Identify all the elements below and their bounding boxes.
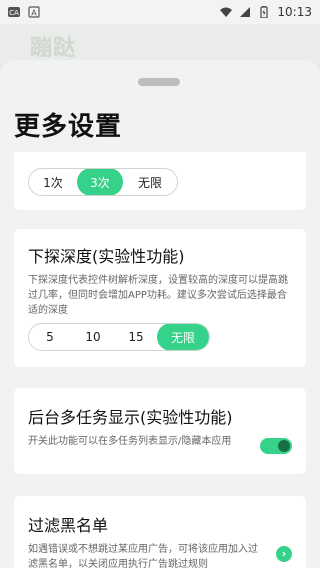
signal-icon [240, 7, 251, 17]
svg-text:A: A [31, 9, 37, 18]
click-times-card: 1次 3次 无限 [14, 152, 306, 210]
click-times-option[interactable]: 无限 [123, 169, 177, 195]
multitask-description: 开关此功能可以在多任务列表显示/隐藏本应用 [28, 436, 232, 447]
depth-option[interactable]: 15 [115, 324, 157, 350]
multitask-card[interactable]: 后台多任务显示(实验性功能) 开关此功能可以在多任务列表显示/隐藏本应用 [14, 388, 306, 474]
a-icon: A [28, 6, 40, 18]
blacklist-card[interactable]: 过滤黑名单 如遇错误或不想跳过某应用广告，可将该应用加入过滤黑名单，以关闭应用执… [14, 496, 306, 568]
chevron-right-icon[interactable]: › [276, 546, 292, 562]
status-time: 10:13 [277, 5, 312, 19]
multitask-title: 后台多任务显示(实验性功能) [28, 408, 233, 427]
multitask-toggle[interactable] [260, 438, 292, 454]
app-badge-icon: CA [8, 7, 20, 17]
depth-selector: 5 10 15 无限 [28, 323, 210, 351]
blacklist-title: 过滤黑名单 [28, 516, 109, 535]
blacklist-description: 如遇错误或不想跳过某应用广告，可将该应用加入过滤黑名单，以关闭应用执行广告跳过规… [28, 544, 258, 568]
depth-option[interactable]: 无限 [157, 324, 209, 350]
depth-option[interactable]: 5 [29, 324, 71, 350]
click-times-option[interactable]: 1次 [29, 169, 77, 195]
depth-title: 下探深度(实验性功能) [28, 247, 185, 266]
svg-text:CA: CA [9, 9, 19, 17]
sheet-title: 更多设置 [14, 112, 123, 142]
click-times-option[interactable]: 3次 [77, 169, 123, 195]
status-bar: CA A 10:13 [0, 0, 320, 24]
background-title: 蹦跶 [30, 36, 77, 61]
click-times-selector: 1次 3次 无限 [28, 168, 178, 196]
battery-icon [260, 6, 269, 18]
more-settings-sheet: 更多设置 1次 3次 无限 下探深度(实验性功能) 下探深度代表控件树解析深度，… [0, 60, 320, 568]
toggle-knob [278, 440, 290, 452]
sheet-drag-handle[interactable] [138, 78, 180, 86]
depth-description: 下探深度代表控件树解析深度，设置较高的深度可以提高跳过几率，但同时会增加APP功… [28, 275, 288, 316]
wifi-icon [220, 7, 233, 17]
depth-card: 下探深度(实验性功能) 下探深度代表控件树解析深度，设置较高的深度可以提高跳过几… [14, 229, 306, 367]
depth-option[interactable]: 10 [71, 324, 115, 350]
